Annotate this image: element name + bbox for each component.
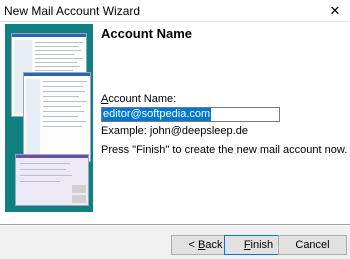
close-icon[interactable]: ✕ [320, 0, 350, 22]
account-name-label: Account Name: [101, 93, 176, 105]
instruction-text: Press "Finish" to create the new mail ac… [101, 144, 348, 156]
footer-separator [0, 224, 350, 226]
finish-mnemonic: F [243, 239, 251, 251]
page-heading: Account Name [101, 26, 193, 41]
finish-text: inish [250, 239, 274, 251]
example-text: Example: john@deepsleep.de [101, 125, 248, 137]
wizard-side-image [5, 24, 93, 212]
wizard-content: Account Name Account Name: editor@softpe… [0, 22, 350, 224]
window-title: New Mail Account Wizard [4, 4, 141, 18]
app-screenshot-middle [23, 72, 91, 162]
back-text: ack [205, 239, 223, 251]
title-bar: New Mail Account Wizard ✕ [0, 0, 350, 22]
back-prefix: < [188, 239, 198, 251]
account-label-text: ccount Name: [108, 93, 177, 105]
account-name-value: editor@softpedia.com [102, 108, 212, 121]
app-screenshot-front [15, 154, 89, 206]
account-name-input[interactable]: editor@softpedia.com [101, 107, 280, 122]
cancel-button[interactable]: Cancel [278, 235, 347, 255]
